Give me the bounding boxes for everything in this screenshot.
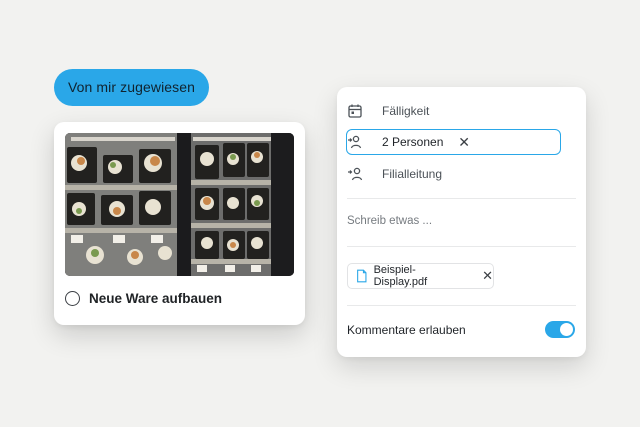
- calendar-icon: [348, 104, 362, 118]
- file-icon: [357, 269, 367, 283]
- attachment-chip[interactable]: Beispiel-Display.pdf ✕: [347, 263, 494, 289]
- task-complete-radio[interactable]: [65, 291, 80, 306]
- close-icon[interactable]: ✕: [482, 268, 493, 284]
- comments-label: Kommentare erlauben: [347, 322, 466, 337]
- due-date-label: Fälligkeit: [382, 104, 430, 118]
- assigned-filter-pill[interactable]: Von mir zugewiesen: [54, 69, 209, 106]
- task-row: Neue Ware aufbauen: [65, 291, 222, 306]
- divider: [347, 246, 576, 247]
- task-detail-panel: Fälligkeit 2 Personen ✕ Filialleitung Sc…: [337, 87, 586, 357]
- task-photo: [65, 133, 294, 276]
- persons-field[interactable]: 2 Personen ✕: [346, 129, 561, 155]
- close-icon[interactable]: ✕: [458, 134, 470, 151]
- food-display-image: [65, 133, 294, 276]
- comments-toggle-row: Kommentare erlauben: [347, 321, 575, 338]
- task-card[interactable]: Neue Ware aufbauen: [54, 122, 305, 325]
- attachment-name: Beispiel-Display.pdf: [373, 264, 428, 288]
- comments-toggle[interactable]: [545, 321, 575, 338]
- toggle-knob: [560, 323, 573, 336]
- divider: [347, 198, 576, 199]
- due-date-field[interactable]: Fälligkeit: [347, 98, 562, 124]
- task-title: Neue Ware aufbauen: [89, 291, 223, 306]
- group-icon: [348, 167, 363, 181]
- persons-label: 2 Personen: [382, 135, 444, 149]
- role-field[interactable]: Filialleitung: [347, 161, 562, 187]
- comment-input[interactable]: Schreib etwas ...: [347, 215, 432, 227]
- divider: [347, 305, 576, 306]
- role-label: Filialleitung: [382, 167, 443, 181]
- person-assign-icon: [348, 135, 362, 149]
